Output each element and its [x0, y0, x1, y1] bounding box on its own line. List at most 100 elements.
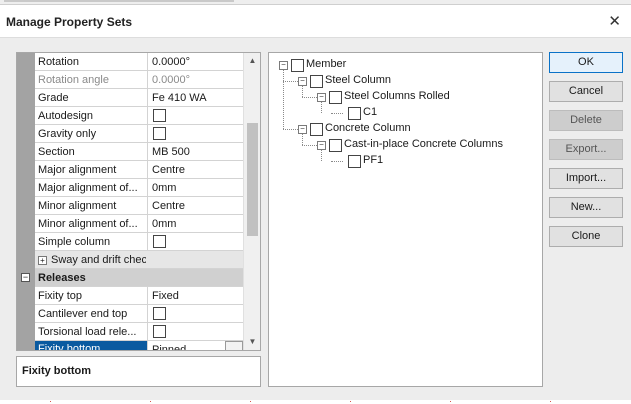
tree-connector [283, 129, 298, 130]
scrollbar-thumb[interactable] [247, 123, 258, 236]
property-name: Simple column [38, 236, 111, 248]
collapse-icon[interactable]: − [317, 93, 326, 102]
property-row[interactable]: Rotation 0.0000° [35, 53, 243, 71]
column-divider [147, 125, 148, 142]
delete-button[interactable]: Delete [549, 110, 623, 131]
scroll-up-icon[interactable]: ▲ [244, 53, 260, 69]
property-value[interactable]: 0mm [152, 182, 176, 194]
tree-node-label: Steel Column [325, 74, 392, 86]
property-row[interactable]: Major alignment of... 0mm [35, 179, 243, 197]
property-checkbox[interactable] [153, 109, 166, 122]
property-category[interactable]: − Releases [21, 269, 243, 287]
export-button[interactable]: Export... [549, 139, 623, 160]
property-checkbox[interactable] [153, 127, 166, 140]
property-name: Minor alignment [38, 200, 117, 212]
property-row[interactable]: Section MB 500 [35, 143, 243, 161]
import-button[interactable]: Import... [549, 168, 623, 189]
tree-connector [331, 161, 343, 162]
property-row[interactable]: Minor alignment of... 0mm [35, 215, 243, 233]
column-divider [147, 341, 148, 350]
property-checkbox[interactable] [153, 325, 166, 338]
property-row[interactable]: Autodesign [35, 107, 243, 125]
property-checkbox[interactable] [153, 235, 166, 248]
tree-node-checkbox[interactable] [310, 75, 323, 88]
tree-node-label: Cast-in-place Concrete Columns [344, 138, 503, 150]
column-divider [147, 215, 148, 232]
property-description-title: Fixity bottom [22, 365, 92, 377]
tree-node-label: Steel Columns Rolled [344, 90, 450, 102]
property-row[interactable]: Grade Fe 410 WA [35, 89, 243, 107]
scroll-down-icon[interactable]: ▼ [244, 334, 260, 350]
cancel-button[interactable]: Cancel [549, 81, 623, 102]
property-row[interactable]: + Sway and drift checks [35, 251, 243, 269]
tree-node-checkbox[interactable] [348, 107, 361, 120]
property-grid-gutter [17, 53, 35, 350]
property-value[interactable]: Centre [152, 164, 185, 176]
property-value[interactable]: 0mm [152, 218, 176, 230]
property-row[interactable]: Fixity bottom Pinned ⌄ [35, 341, 243, 350]
ok-button[interactable]: OK [549, 52, 623, 73]
property-value[interactable]: Pinned [152, 344, 186, 350]
property-row[interactable]: Major alignment Centre [35, 161, 243, 179]
collapse-icon[interactable]: − [298, 125, 307, 134]
clone-button[interactable]: Clone [549, 226, 623, 247]
column-divider [147, 233, 148, 250]
property-row[interactable]: Simple column [35, 233, 243, 251]
property-name: Section [38, 146, 75, 158]
tree-node[interactable]: − Member [269, 58, 529, 72]
column-divider [147, 197, 148, 214]
tree-node-checkbox[interactable] [329, 91, 342, 104]
tree-connector [302, 145, 317, 146]
property-name: Minor alignment of... [38, 218, 138, 230]
property-row[interactable]: Gravity only [35, 125, 243, 143]
collapse-icon[interactable]: − [21, 273, 30, 282]
column-divider [147, 161, 148, 178]
property-rows: Rotation 0.0000° Rotation angle 0.0000° Grad… [21, 53, 243, 350]
property-value[interactable]: Fixed [152, 290, 179, 302]
new-button[interactable]: New... [549, 197, 623, 218]
dialog-title: Manage Property Sets [6, 15, 133, 29]
column-divider [147, 107, 148, 124]
property-checkbox[interactable] [153, 307, 166, 320]
tree-connector [321, 150, 322, 161]
property-row[interactable]: Minor alignment Centre [35, 197, 243, 215]
tree-node[interactable]: C1 [269, 106, 529, 120]
tree-node-label: Concrete Column [325, 122, 411, 134]
property-row[interactable]: Cantilever end top [35, 305, 243, 323]
chevron-down-icon[interactable]: ⌄ [225, 341, 243, 350]
property-name: Cantilever end top [38, 308, 128, 320]
tree-node[interactable]: PF1 [269, 154, 529, 168]
property-group-label: Sway and drift checks [51, 254, 146, 266]
tree-connector [302, 86, 303, 97]
collapse-icon[interactable]: − [298, 77, 307, 86]
property-value[interactable]: MB 500 [152, 146, 190, 158]
property-name: Gravity only [38, 128, 97, 140]
tree-node[interactable]: − Steel Column [269, 74, 529, 88]
close-icon[interactable]: ✕ [608, 12, 621, 30]
property-row[interactable]: Torsional load rele... [35, 323, 243, 341]
property-value[interactable]: Centre [152, 200, 185, 212]
tree-node-checkbox[interactable] [291, 59, 304, 72]
property-value: 0.0000° [152, 74, 191, 86]
property-grid-scrollbar[interactable]: ▲ ▼ [243, 53, 260, 350]
bottom-edge [0, 400, 631, 404]
property-name: Rotation angle [38, 74, 109, 86]
tree-node-checkbox[interactable] [348, 155, 361, 168]
property-row[interactable]: Fixity top Fixed [35, 287, 243, 305]
property-name: Fixity bottom [35, 341, 147, 350]
property-name: Major alignment [38, 164, 117, 176]
column-divider [147, 89, 148, 106]
property-value[interactable]: 0.0000° [152, 56, 190, 68]
collapse-icon[interactable]: − [279, 61, 288, 70]
property-name: Rotation [38, 56, 79, 68]
title-bar: Manage Property Sets ✕ [0, 5, 631, 38]
property-value[interactable]: Fe 410 WA [152, 92, 207, 104]
tree-node[interactable]: − Concrete Column [269, 122, 529, 136]
property-grid: Rotation 0.0000° Rotation angle 0.0000° Grad… [16, 52, 261, 351]
tree-connector [302, 97, 317, 98]
expand-icon[interactable]: + [38, 255, 47, 265]
collapse-icon[interactable]: − [317, 141, 326, 150]
tree-node-checkbox[interactable] [310, 123, 323, 136]
property-row[interactable]: Rotation angle 0.0000° [35, 71, 243, 89]
tree-node-checkbox[interactable] [329, 139, 342, 152]
